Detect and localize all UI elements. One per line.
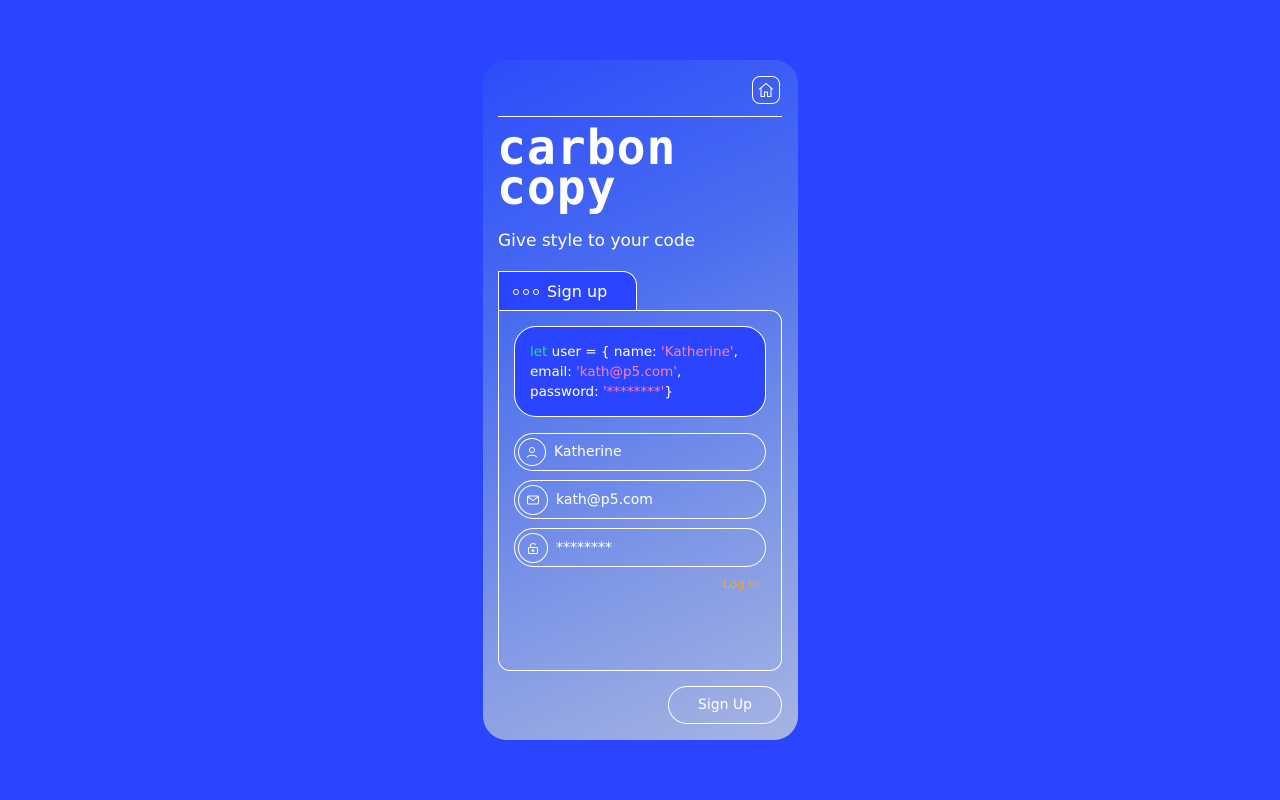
code-string-name: 'Katherine' xyxy=(661,344,734,360)
sign-up-button[interactable]: Sign Up xyxy=(668,686,782,724)
tagline: Give style to your code xyxy=(498,231,696,251)
dot-icon xyxy=(513,288,519,295)
code-line-1: let user = { name: 'Katherine', xyxy=(530,342,755,362)
code-text: } xyxy=(664,384,673,400)
email-field[interactable]: kath@p5.com xyxy=(514,480,766,519)
window-dots xyxy=(513,288,539,295)
home-icon xyxy=(758,82,774,98)
header-divider xyxy=(498,116,782,117)
user-icon xyxy=(518,438,546,466)
login-link[interactable]: Log In xyxy=(723,577,759,591)
code-string-email: 'kath@p5.com' xyxy=(576,364,677,380)
code-string-password: '********' xyxy=(602,384,665,400)
home-button[interactable] xyxy=(752,76,780,104)
code-keyword: let xyxy=(530,344,548,360)
code-text: email: xyxy=(530,364,577,380)
code-text: , xyxy=(677,364,682,380)
code-text: user = { name: xyxy=(547,344,661,360)
code-text: password: xyxy=(530,384,603,400)
signup-panel: let user = { name: 'Katherine', email: '… xyxy=(498,310,782,671)
password-field[interactable]: ******** xyxy=(514,528,766,567)
signup-card: carbon copy Give style to your code Sign… xyxy=(483,60,798,740)
password-value: ******** xyxy=(556,539,612,556)
code-text: , xyxy=(733,344,738,360)
tab-label: Sign up xyxy=(547,282,608,301)
dot-icon xyxy=(533,288,539,295)
app-logo: carbon copy xyxy=(497,124,707,212)
code-line-3: password: '********'} xyxy=(530,382,755,402)
dot-icon xyxy=(523,288,529,295)
code-line-2: email: 'kath@p5.com', xyxy=(530,362,755,382)
email-value: kath@p5.com xyxy=(556,491,653,508)
mail-icon xyxy=(518,484,548,515)
name-field[interactable]: Katherine xyxy=(514,433,766,471)
unlock-icon xyxy=(518,532,548,563)
name-value: Katherine xyxy=(554,444,622,460)
code-preview: let user = { name: 'Katherine', email: '… xyxy=(514,326,766,417)
tab-sign-up[interactable]: Sign up xyxy=(498,271,637,311)
